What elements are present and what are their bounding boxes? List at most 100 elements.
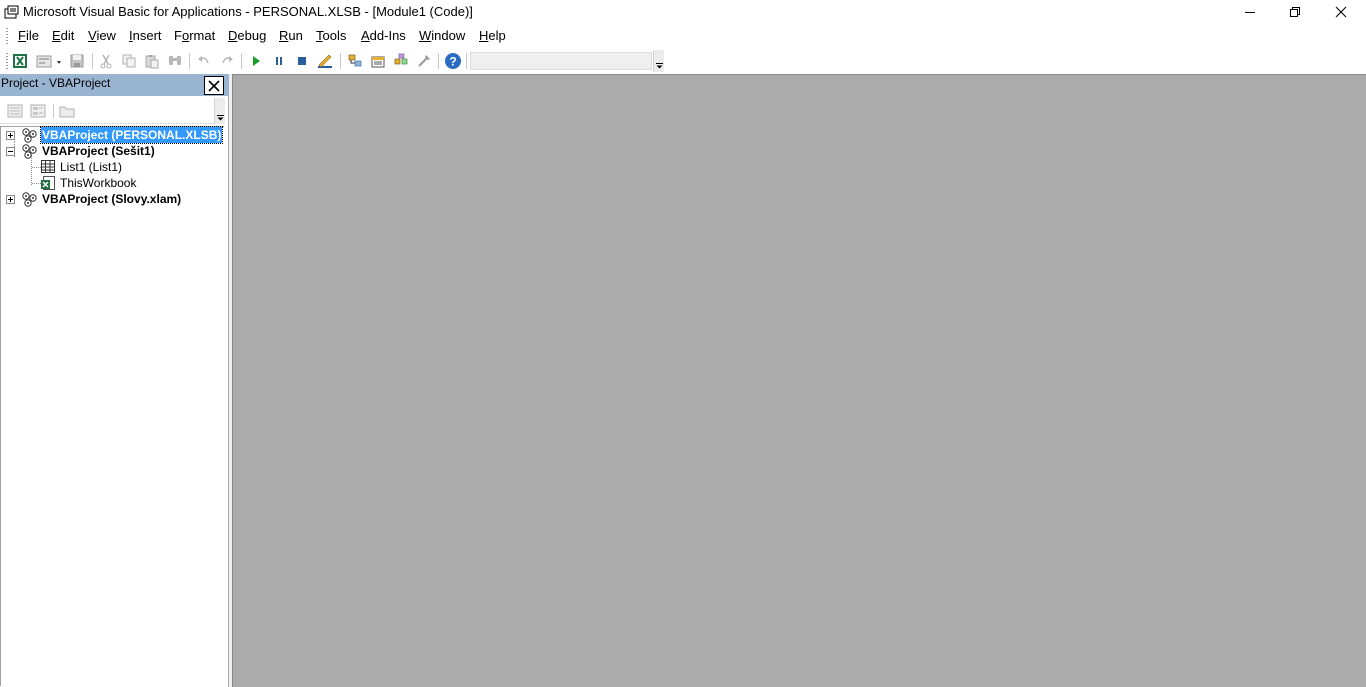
project-toolbar-options-button[interactable] <box>214 98 225 124</box>
toolbar-grip[interactable] <box>6 53 8 69</box>
toolbar-separator <box>92 53 93 69</box>
workbook-icon <box>41 176 55 190</box>
run-button[interactable] <box>246 51 266 71</box>
expand-plus-icon[interactable] <box>6 131 15 140</box>
tree-node-label: ThisWorkbook <box>60 176 137 190</box>
mdi-workspace[interactable] <box>232 74 1366 687</box>
vbaproject-icon <box>22 192 37 207</box>
cut-icon <box>100 54 112 69</box>
collapse-minus-icon[interactable] <box>6 147 15 156</box>
tree-node-label: VBAProject (Slovy.xlam) <box>42 192 182 206</box>
expand-plus-icon[interactable] <box>6 195 15 204</box>
toolbar-separator <box>241 53 242 69</box>
undo-button[interactable] <box>194 51 214 71</box>
properties-icon <box>371 56 385 68</box>
toolbox-button[interactable] <box>414 51 434 71</box>
project-explorer-icon <box>348 54 362 67</box>
tree-node-list1[interactable]: List1 (List1) <box>1 159 225 175</box>
break-button[interactable] <box>269 51 289 71</box>
tree-node-thisworkbook[interactable]: ThisWorkbook <box>1 175 225 191</box>
project-explorer-close-button[interactable] <box>204 76 224 95</box>
toolbar-separator <box>189 53 190 69</box>
menu-file[interactable]: File <box>18 28 39 43</box>
restore-icon <box>1290 7 1300 17</box>
object-browser-button[interactable] <box>391 51 411 71</box>
close-button[interactable] <box>1318 0 1364 24</box>
object-browser-icon <box>394 53 408 65</box>
vbaproject-icon <box>22 128 37 143</box>
cursor-position-box <box>470 52 652 70</box>
toolbar-options-button[interactable] <box>653 50 664 72</box>
help-icon: ? <box>445 53 461 69</box>
menu-debug[interactable]: Debug <box>228 28 266 43</box>
reset-button[interactable] <box>292 51 312 71</box>
worksheet-icon <box>41 160 55 173</box>
menu-window[interactable]: Window <box>419 28 465 43</box>
chevron-down-icon <box>217 115 224 121</box>
copy-icon <box>122 54 136 68</box>
insert-module-icon <box>36 55 61 68</box>
view-code-icon <box>7 104 23 118</box>
insert-module-button[interactable] <box>34 51 64 71</box>
svg-text:?: ? <box>449 55 456 69</box>
menu-grip[interactable] <box>6 28 8 44</box>
project-tree: VBAProject (PERSONAL.XLSB) VBAProject (S… <box>0 126 224 686</box>
window-title: Microsoft Visual Basic for Applications … <box>23 4 473 19</box>
find-icon <box>169 56 181 65</box>
paste-button[interactable] <box>142 51 162 71</box>
tree-node-label: VBAProject (Sešit1) <box>42 144 155 158</box>
project-explorer-toolbar <box>0 98 225 124</box>
project-explorer-panel: Project - VBAProject VBAProject (PERSONA… <box>0 74 229 687</box>
restore-button[interactable] <box>1272 0 1318 24</box>
help-button[interactable]: ? <box>443 51 463 71</box>
copy-button[interactable] <box>119 51 139 71</box>
save-button[interactable] <box>67 51 87 71</box>
menu-edit[interactable]: Edit <box>52 28 74 43</box>
design-mode-button[interactable] <box>315 51 335 71</box>
menu-tools[interactable]: Tools <box>316 28 346 43</box>
view-object-button[interactable] <box>29 103 47 119</box>
view-excel-button[interactable] <box>10 51 30 71</box>
save-icon <box>70 54 84 68</box>
toolbox-icon <box>418 55 430 67</box>
minimize-icon <box>1245 12 1255 13</box>
undo-icon <box>198 56 209 64</box>
properties-button[interactable] <box>368 51 388 71</box>
chevron-down-icon <box>656 63 663 69</box>
title-bar: Microsoft Visual Basic for Applications … <box>0 0 1366 24</box>
tree-node-personal[interactable]: VBAProject (PERSONAL.XLSB) <box>1 126 225 144</box>
tree-node-label: List1 (List1) <box>60 160 123 174</box>
menu-insert[interactable]: Insert <box>129 28 162 43</box>
find-button[interactable] <box>165 51 185 71</box>
menu-view[interactable]: View <box>88 28 116 43</box>
minimize-button[interactable] <box>1227 0 1273 24</box>
toolbar-separator <box>53 104 54 118</box>
redo-button[interactable] <box>217 51 237 71</box>
toolbar-separator <box>438 53 439 69</box>
vba-app-icon[interactable] <box>4 4 20 20</box>
project-explorer-header[interactable]: Project - VBAProject <box>0 74 229 96</box>
run-icon <box>253 56 260 66</box>
cut-button[interactable] <box>96 51 116 71</box>
standard-toolbar: ? <box>0 49 665 73</box>
project-explorer-title: Project - VBAProject <box>1 76 111 90</box>
menu-run[interactable]: Run <box>279 28 303 43</box>
toggle-folders-button[interactable] <box>58 103 76 119</box>
toolbar-separator <box>466 53 467 69</box>
tree-node-sesit1[interactable]: VBAProject (Sešit1) <box>1 143 225 159</box>
menu-help[interactable]: Help <box>479 28 506 43</box>
design-mode-icon <box>318 54 332 68</box>
paste-icon <box>145 55 159 69</box>
reset-icon <box>298 57 306 65</box>
vbaproject-icon <box>22 144 37 159</box>
tree-node-slovy[interactable]: VBAProject (Slovy.xlam) <box>1 191 225 207</box>
view-code-button[interactable] <box>6 103 24 119</box>
tree-node-label: VBAProject (PERSONAL.XLSB) <box>39 126 224 144</box>
close-icon <box>1335 6 1347 18</box>
project-explorer-button[interactable] <box>345 51 365 71</box>
menu-bar: File Edit View Insert Format Debug Run T… <box>0 25 1366 47</box>
menu-format[interactable]: Format <box>174 28 215 43</box>
menu-add-ins[interactable]: Add-Ins <box>361 28 406 43</box>
view-object-icon <box>30 104 46 118</box>
redo-icon <box>222 56 233 64</box>
